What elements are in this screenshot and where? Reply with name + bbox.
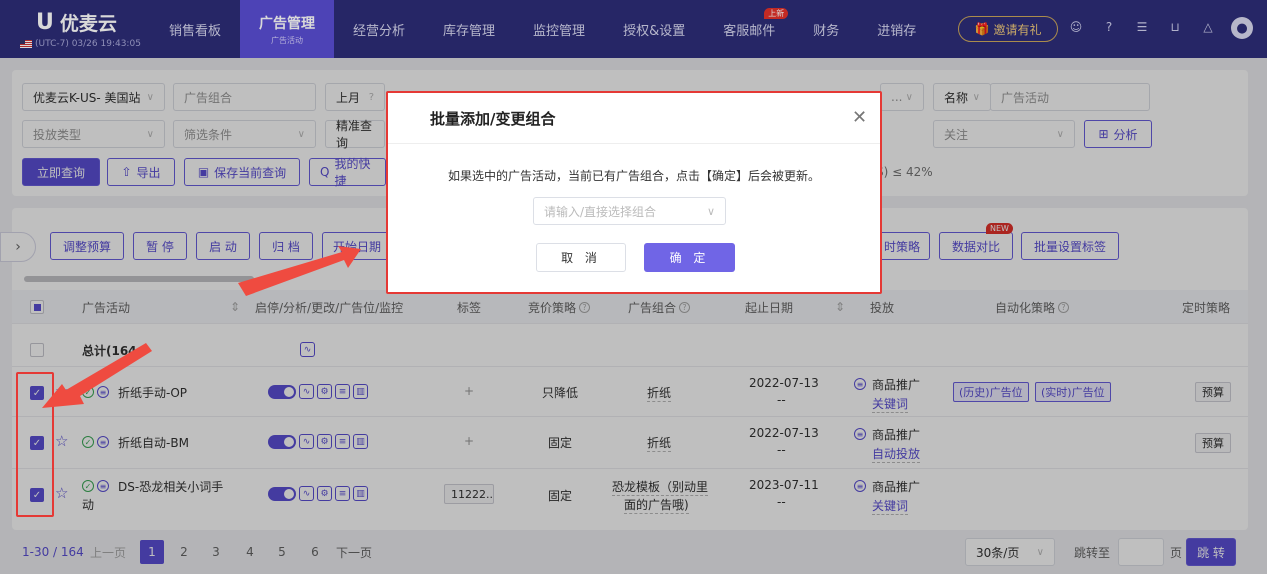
header-overlay — [0, 0, 1267, 58]
confirm-button[interactable]: 确 定 — [644, 243, 735, 272]
batch-group-modal: 批量添加/变更组合 ✕ 如果选中的广告活动，当前已有广告组合，点击【确定】后会被… — [386, 91, 882, 294]
modal-title: 批量添加/变更组合 — [430, 110, 556, 128]
annotation-highlight-box — [16, 372, 54, 517]
modal-message: 如果选中的广告活动，当前已有广告组合，点击【确定】后会被更新。 — [447, 169, 820, 183]
group-select-input[interactable]: 请输入/直接选择组合 ∨ — [533, 197, 726, 225]
chevron-down-icon: ∨ — [706, 204, 715, 218]
close-icon[interactable]: ✕ — [852, 107, 867, 128]
cancel-button[interactable]: 取 消 — [536, 243, 626, 272]
modal-divider — [388, 143, 880, 144]
